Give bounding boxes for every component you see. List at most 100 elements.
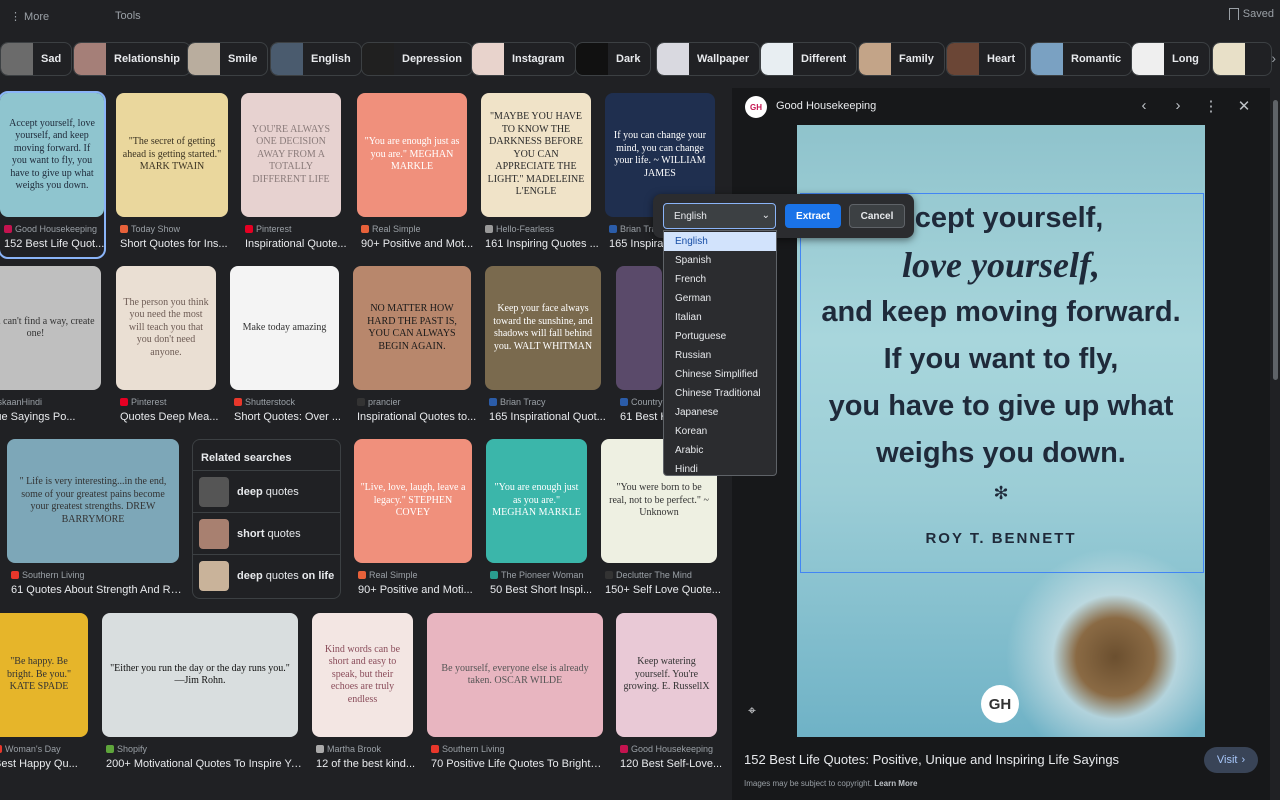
scrollbar-thumb[interactable] bbox=[1273, 100, 1278, 380]
image-result-card[interactable]: "The secret of getting ahead is getting … bbox=[116, 93, 228, 257]
result-title[interactable]: 70 Positive Life Quotes To Brighten ... bbox=[431, 758, 607, 770]
language-option[interactable]: French bbox=[664, 270, 776, 289]
image-result-card[interactable]: If you can't find a way, create one! Musk… bbox=[0, 266, 101, 430]
image-result-card[interactable]: " Life is very interesting...in the end,… bbox=[7, 439, 183, 603]
language-option[interactable]: English bbox=[664, 232, 776, 251]
language-option[interactable]: Russian bbox=[664, 346, 776, 365]
chip-partial[interactable] bbox=[1212, 42, 1272, 76]
chip-romantic[interactable]: Romantic bbox=[1030, 42, 1133, 76]
result-thumbnail[interactable]: Keep your face always toward the sunshin… bbox=[485, 266, 601, 390]
chip-english[interactable]: English bbox=[270, 42, 362, 76]
lens-search-icon[interactable]: ⌖ bbox=[748, 702, 756, 719]
chip-dark[interactable]: Dark bbox=[575, 42, 652, 76]
chevron-right-icon[interactable]: › bbox=[1168, 97, 1188, 114]
result-title[interactable]: Short Quotes for Ins... bbox=[120, 238, 240, 250]
close-icon[interactable]: ✕ bbox=[1234, 97, 1254, 115]
language-select[interactable]: English ⌄ bbox=[663, 203, 776, 229]
tools-menu[interactable]: Tools bbox=[115, 10, 141, 22]
language-option[interactable]: Arabic bbox=[664, 441, 776, 460]
cancel-button[interactable]: Cancel bbox=[849, 204, 905, 228]
image-result-card[interactable]: "Live, love, laugh, leave a legacy." STE… bbox=[354, 439, 473, 603]
result-thumbnail[interactable]: The person you think you need the most w… bbox=[116, 266, 216, 390]
image-result-card[interactable]: YOU'RE ALWAYS ONE DECISION AWAY FROM A T… bbox=[241, 93, 347, 257]
result-thumbnail[interactable]: "MAYBE YOU HAVE TO KNOW THE DARKNESS BEF… bbox=[481, 93, 591, 217]
learn-more-link[interactable]: Learn More bbox=[874, 779, 917, 788]
result-title[interactable]: 165 Inspirational Quot... bbox=[489, 411, 609, 423]
result-thumbnail[interactable]: "Either you run the day or the day runs … bbox=[102, 613, 298, 737]
language-option[interactable]: Chinese Traditional bbox=[664, 384, 776, 403]
extract-button[interactable]: Extract bbox=[785, 204, 841, 228]
image-result-card[interactable]: The person you think you need the most w… bbox=[116, 266, 218, 430]
result-title[interactable]: 90+ Positive and Moti... bbox=[358, 584, 478, 596]
result-thumbnail[interactable]: NO MATTER HOW HARD THE PAST IS, YOU CAN … bbox=[353, 266, 471, 390]
chip-different[interactable]: Different bbox=[760, 42, 858, 76]
result-title[interactable]: 200+ Motivational Quotes To Inspire Yo..… bbox=[106, 758, 302, 770]
related-search-item[interactable]: deep quotes bbox=[193, 470, 340, 512]
language-option[interactable]: Italian bbox=[664, 308, 776, 327]
language-option[interactable]: Hindi bbox=[664, 460, 776, 479]
visit-button[interactable]: Visit › bbox=[1204, 747, 1258, 773]
chip-depression[interactable]: Depression bbox=[361, 42, 473, 76]
chip-instagram[interactable]: Instagram bbox=[471, 42, 576, 76]
more-menu[interactable]: ⋮ More bbox=[10, 10, 49, 23]
result-title[interactable]: Best Happy Qu... bbox=[0, 758, 114, 770]
related-search-item[interactable]: short quotes bbox=[193, 512, 340, 554]
preview-title[interactable]: 152 Best Life Quotes: Positive, Unique a… bbox=[744, 752, 1119, 767]
result-thumbnail[interactable]: If you can't find a way, create one! bbox=[0, 266, 101, 390]
result-title[interactable]: 152 Best Life Quot... bbox=[4, 238, 124, 250]
result-thumbnail[interactable]: YOU'RE ALWAYS ONE DECISION AWAY FROM A T… bbox=[241, 93, 341, 217]
image-result-card[interactable]: Keep watering yourself. You're growing. … bbox=[616, 613, 722, 777]
image-result-card[interactable]: "You are enough just as you are." MEGHAN… bbox=[357, 93, 473, 257]
result-thumbnail[interactable]: "You are enough just as you are." MEGHAN… bbox=[357, 93, 467, 217]
image-result-card[interactable]: "Be happy. Be bright. Be you." KATE SPAD… bbox=[0, 613, 88, 777]
result-thumbnail[interactable]: Kind words can be short and easy to spea… bbox=[312, 613, 413, 737]
result-thumbnail[interactable] bbox=[616, 266, 662, 390]
image-result-card[interactable]: Country 61 Best H... bbox=[616, 266, 677, 430]
chip-family[interactable]: Family bbox=[858, 42, 945, 76]
image-result-card[interactable]: Make today amazing Shutterstock Short Quot… bbox=[230, 266, 341, 430]
result-title[interactable]: 150+ Self Love Quote... bbox=[605, 584, 725, 596]
chevron-left-icon[interactable]: ‹ bbox=[1134, 97, 1154, 114]
chip-relationship[interactable]: Relationship bbox=[73, 42, 192, 76]
image-result-card[interactable]: Accept yourself, love yourself, and keep… bbox=[0, 91, 106, 259]
result-thumbnail[interactable]: Be yourself, everyone else is already ta… bbox=[427, 613, 603, 737]
result-title[interactable]: 61 Quotes About Strength And Re... bbox=[11, 584, 183, 596]
source-name[interactable]: Good Housekeeping bbox=[776, 100, 876, 112]
result-thumbnail[interactable]: "Live, love, laugh, leave a legacy." STE… bbox=[354, 439, 472, 563]
language-option[interactable]: Portuguese bbox=[664, 327, 776, 346]
chip-wallpaper[interactable]: Wallpaper bbox=[656, 42, 761, 76]
chip-heart[interactable]: Heart bbox=[946, 42, 1027, 76]
image-result-card[interactable]: "MAYBE YOU HAVE TO KNOW THE DARKNESS BEF… bbox=[481, 93, 599, 257]
image-result-card[interactable]: "Either you run the day or the day runs … bbox=[102, 613, 302, 777]
language-option[interactable]: Chinese Simplified bbox=[664, 365, 776, 384]
result-thumbnail[interactable]: Make today amazing bbox=[230, 266, 339, 390]
result-title[interactable]: st True Sayings Po... bbox=[0, 411, 105, 423]
image-result-card[interactable]: Be yourself, everyone else is already ta… bbox=[427, 613, 607, 777]
related-search-item[interactable]: deep quotes on life bbox=[193, 554, 340, 596]
chip-smile[interactable]: Smile bbox=[187, 42, 269, 76]
result-thumbnail[interactable]: "Be happy. Be bright. Be you." KATE SPAD… bbox=[0, 613, 88, 737]
result-title[interactable]: 12 of the best kind... bbox=[316, 758, 436, 770]
result-thumbnail[interactable]: Keep watering yourself. You're growing. … bbox=[616, 613, 717, 737]
result-title[interactable]: 50 Best Short Inspi... bbox=[490, 584, 610, 596]
result-title[interactable]: Quotes Deep Mea... bbox=[120, 411, 240, 423]
result-title[interactable]: Short Quotes: Over ... bbox=[234, 411, 354, 423]
result-thumbnail[interactable]: Accept yourself, love yourself, and keep… bbox=[0, 93, 104, 217]
result-title[interactable]: 161 Inspiring Quotes ... bbox=[485, 238, 605, 250]
result-title[interactable]: Inspirational Quotes to... bbox=[357, 411, 477, 423]
saved-link[interactable]: Saved bbox=[1228, 8, 1274, 20]
result-title[interactable]: 90+ Positive and Mot... bbox=[361, 238, 481, 250]
image-result-card[interactable]: Kind words can be short and easy to spea… bbox=[312, 613, 415, 777]
more-vert-icon[interactable]: ⋮ bbox=[1201, 97, 1221, 115]
result-thumbnail[interactable]: "You are enough just as you are." MEGHAN… bbox=[486, 439, 587, 563]
image-result-card[interactable]: "You are enough just as you are." MEGHAN… bbox=[486, 439, 592, 603]
image-result-card[interactable]: NO MATTER HOW HARD THE PAST IS, YOU CAN … bbox=[353, 266, 476, 430]
language-option[interactable]: Korean bbox=[664, 422, 776, 441]
chip-sad[interactable]: Sad bbox=[0, 42, 73, 76]
result-title[interactable]: 120 Best Self-Love... bbox=[620, 758, 740, 770]
language-option[interactable]: Spanish bbox=[664, 251, 776, 270]
image-result-card[interactable]: Keep your face always toward the sunshin… bbox=[485, 266, 606, 430]
language-option[interactable]: German bbox=[664, 289, 776, 308]
chip-long[interactable]: Long bbox=[1131, 42, 1210, 76]
result-thumbnail[interactable]: " Life is very interesting...in the end,… bbox=[7, 439, 179, 563]
